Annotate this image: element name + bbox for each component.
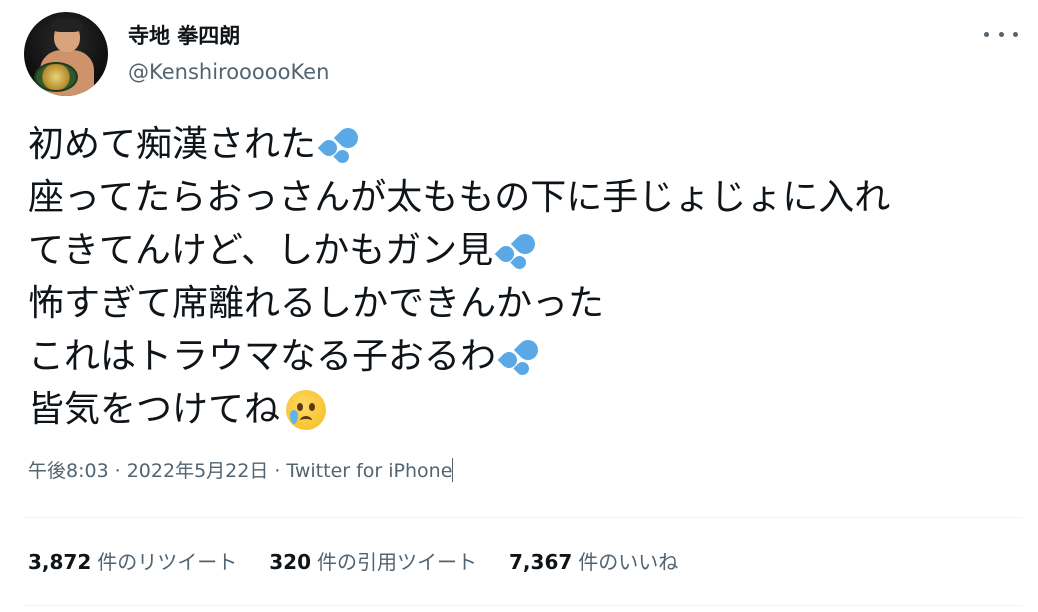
tweet-line-text: 皆気をつけてね xyxy=(28,389,281,430)
more-options-icon[interactable] xyxy=(984,24,1018,44)
retweet-label: 件のリツイート xyxy=(97,550,238,574)
tweet-line-text: てきてんけど、しかもガン見 xyxy=(28,230,494,271)
tweet-line-text: 初めて痴漢された xyxy=(28,124,317,165)
likes-stat[interactable]: 7,367 件のいいね xyxy=(509,546,678,575)
divider xyxy=(24,605,1022,606)
avatar-hair xyxy=(51,18,83,32)
meta-separator: · xyxy=(274,460,281,482)
like-count: 7,367 xyxy=(509,550,573,574)
retweet-count: 3,872 xyxy=(28,550,92,574)
avatar-belt xyxy=(34,62,78,92)
tweet-line-text: 座ってたらおっさんが太ももの下に手じょじょに入れ xyxy=(28,177,891,218)
quote-tweets-stat[interactable]: 320 件の引用ツイート xyxy=(269,546,477,575)
retweets-stat[interactable]: 3,872 件のリツイート xyxy=(28,546,237,575)
tweet-line: 皆気をつけてね xyxy=(28,383,890,436)
tweet-line: てきてんけど、しかもガン見 xyxy=(28,224,890,277)
crying-face-icon xyxy=(286,389,327,430)
tweet-date[interactable]: 2022年5月22日 xyxy=(127,460,269,482)
sweat-droplets-icon xyxy=(497,335,544,378)
tweet-line: 初めて痴漢された xyxy=(28,118,890,171)
divider xyxy=(24,517,1022,518)
avatar[interactable] xyxy=(24,12,108,96)
tweet-line-text: これはトラウマなる子おるわ xyxy=(28,336,497,377)
sweat-droplets-icon xyxy=(317,123,364,166)
sweat-droplets-icon xyxy=(494,229,541,272)
tweet-line: これはトラウマなる子おるわ xyxy=(28,330,890,383)
quote-label: 件の引用ツイート xyxy=(317,550,478,574)
tweet-text: 初めて痴漢された 座ってたらおっさんが太ももの下に手じょじょに入れ てきてんけど… xyxy=(28,118,890,436)
tweet-header: 寺地 拳四朗 @KenshiroooooKen xyxy=(24,12,1022,102)
tweet-line: 座ってたらおっさんが太ももの下に手じょじょに入れ xyxy=(28,171,890,224)
tweet-meta: 午後8:03 · 2022年5月22日 · Twitter for iPhone xyxy=(28,456,454,483)
text-cursor xyxy=(452,458,454,482)
user-display-name[interactable]: 寺地 拳四朗 xyxy=(128,20,240,50)
tweet-line-text: 怖すぎて席離れるしかできんかった xyxy=(28,283,605,324)
tweet-line: 怖すぎて席離れるしかできんかった xyxy=(28,277,890,330)
engagement-stats: 3,872 件のリツイート 320 件の引用ツイート 7,367 件のいいね xyxy=(28,546,710,575)
like-label: 件のいいね xyxy=(578,550,679,574)
tweet-source[interactable]: Twitter for iPhone xyxy=(286,460,452,482)
meta-separator: · xyxy=(114,460,121,482)
user-handle[interactable]: @KenshiroooooKen xyxy=(128,60,329,84)
tweet-time[interactable]: 午後8:03 xyxy=(28,460,109,482)
quote-count: 320 xyxy=(269,550,312,574)
